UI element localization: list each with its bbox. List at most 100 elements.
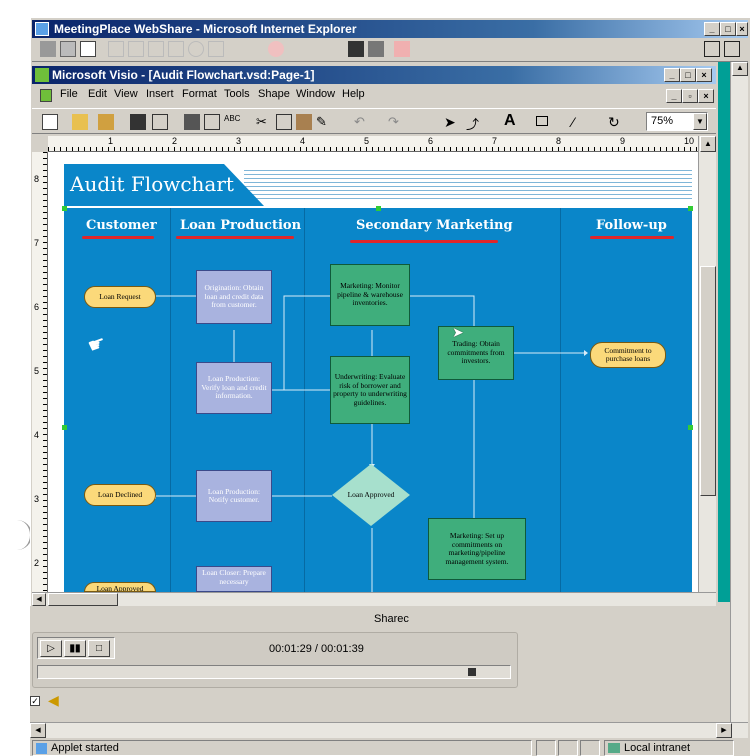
selection-handle[interactable] [688, 206, 693, 211]
ie-minimize-button[interactable]: _ [704, 22, 720, 36]
node-loan-approved-decision[interactable]: Loan Approved [332, 464, 410, 526]
lane-customer[interactable]: Customer [86, 218, 157, 233]
selection-handle[interactable] [62, 206, 67, 211]
chevron-down-icon[interactable]: ▼ [693, 113, 707, 130]
seek-thumb[interactable] [468, 668, 476, 676]
menu-view[interactable]: View [114, 88, 138, 100]
node-verify[interactable]: Loan Production: Verify loan and credit … [196, 362, 272, 414]
menu-help[interactable]: Help [342, 88, 365, 100]
menu-shape[interactable]: Shape [258, 88, 290, 100]
selection-handle[interactable] [688, 425, 693, 430]
node-loan-closer[interactable]: Loan Closer: Prepare necessary [196, 566, 272, 592]
ie-scroll-right-button[interactable]: ▶ [716, 723, 732, 738]
diagram-title[interactable]: Audit Flowchart [70, 172, 234, 196]
node-commitment[interactable]: Commitment to purchase loans [590, 342, 666, 368]
visio-close-button[interactable]: × [696, 68, 712, 82]
print-icon[interactable] [184, 114, 200, 130]
paste-icon[interactable] [296, 114, 312, 130]
menu-insert[interactable]: Insert [146, 88, 174, 100]
select-tool-icon[interactable] [40, 41, 56, 57]
speaker-icon[interactable]: ◀ [48, 692, 59, 709]
lane-loan-production[interactable]: Loan Production [180, 218, 301, 233]
visio-scroll-up-button[interactable]: ▲ [700, 136, 716, 152]
pause-button[interactable]: ▮▮ [64, 640, 86, 657]
node-underwriting[interactable]: Underwriting: Evaluate risk of borrower … [330, 356, 410, 424]
ie-scroll-left-button[interactable]: ◀ [30, 723, 46, 738]
doc-minimize-button[interactable]: _ [666, 89, 682, 103]
lane-secondary-marketing[interactable]: Secondary Marketing [356, 218, 513, 233]
menu-tools[interactable]: Tools [224, 88, 250, 100]
print-preview-icon[interactable] [152, 114, 168, 130]
visio-maximize-button[interactable]: □ [680, 68, 696, 82]
cut-icon[interactable]: ✂ [256, 114, 272, 130]
stop-button[interactable]: □ [88, 640, 110, 657]
line-tool-icon[interactable]: ⁄ [572, 114, 588, 130]
lane-follow-up[interactable]: Follow-up [596, 218, 667, 233]
zoom-select[interactable]: 75% ▼ [646, 112, 708, 131]
open-stencil-icon[interactable] [98, 114, 114, 130]
visio-vertical-scrollbar[interactable]: ▲ [698, 136, 716, 592]
copy-icon[interactable] [276, 114, 292, 130]
rectangle-tool-icon[interactable] [536, 116, 548, 126]
eraser-tool-icon[interactable] [208, 41, 224, 57]
visio-scroll-thumb[interactable] [700, 266, 716, 496]
visio-minimize-button[interactable]: _ [664, 68, 680, 82]
text-tool-icon[interactable] [148, 41, 164, 57]
pen-tool-icon[interactable] [108, 41, 124, 57]
ie-scroll-up-button[interactable]: ▲ [732, 62, 748, 76]
node-origination[interactable]: Origination: Obtain loan and credit data… [196, 270, 272, 324]
ellipse-tool-icon[interactable] [188, 41, 204, 57]
visio-title-bar[interactable]: Microsoft Visio - [Audit Flowchart.vsd:P… [32, 66, 716, 84]
save-icon[interactable] [130, 114, 146, 130]
ie-right-scrollbar[interactable]: ▲ [730, 62, 748, 722]
node-loan-request[interactable]: Loan Request [84, 286, 156, 308]
window-split-icon[interactable] [724, 41, 740, 57]
visio-hscroll-thumb[interactable] [48, 593, 118, 606]
help-tool-icon[interactable] [394, 41, 410, 57]
ie-maximize-button[interactable]: □ [720, 22, 736, 36]
node-marketing-monitor[interactable]: Marketing: Monitor pipeline & warehouse … [330, 264, 410, 326]
node-loan-declined[interactable]: Loan Declined [84, 484, 156, 506]
menu-window[interactable]: Window [296, 88, 335, 100]
line-tool-icon[interactable] [128, 41, 144, 57]
node-marketing-setup[interactable]: Marketing: Set up commitments on marketi… [428, 518, 526, 580]
ie-horizontal-scrollbar[interactable]: ◀ ▶ [30, 722, 748, 738]
page-tool-icon[interactable] [80, 41, 96, 57]
pointer-tool-icon[interactable]: ➤ [444, 114, 460, 130]
window-layout-icon[interactable] [704, 41, 720, 57]
format-painter-icon[interactable]: ✎ [316, 114, 332, 130]
horizontal-ruler: 1 2 3 4 5 6 7 8 9 10 [48, 136, 716, 152]
preview-icon[interactable] [204, 114, 220, 130]
text-tool-icon[interactable]: A [504, 112, 520, 129]
menu-edit[interactable]: Edit [88, 88, 107, 100]
menu-file[interactable]: File [60, 88, 78, 100]
visio-scroll-left-button[interactable]: ◀ [32, 593, 46, 606]
seek-bar[interactable] [37, 665, 511, 679]
doc-close-button[interactable]: × [698, 89, 714, 103]
ie-title-bar[interactable]: MeetingPlace WebShare - Microsoft Intern… [32, 20, 748, 38]
visio-horizontal-scrollbar[interactable]: ◀ [32, 592, 716, 606]
selection-handle[interactable] [376, 206, 381, 211]
color-tool-icon[interactable] [268, 41, 284, 57]
ie-close-button[interactable]: × [736, 22, 748, 36]
doc-restore-button[interactable]: ▫ [682, 89, 698, 103]
connector-tool-icon[interactable]: ⤴ [466, 114, 482, 132]
redo-icon[interactable]: ↷ [388, 114, 404, 130]
open-folder-icon[interactable] [72, 114, 88, 130]
menu-format[interactable]: Format [182, 88, 217, 100]
selection-handle[interactable] [62, 425, 67, 430]
play-button[interactable]: ▷ [40, 640, 62, 657]
rect-tool-icon[interactable] [168, 41, 184, 57]
copy-tool-icon[interactable] [60, 41, 76, 57]
node-trading[interactable]: Trading: Obtain commitments from investo… [438, 326, 514, 380]
spelling-icon[interactable]: ABC [224, 114, 240, 130]
new-document-icon[interactable] [42, 114, 58, 130]
node-loan-approved-terminator[interactable]: Loan Approved [84, 582, 156, 592]
status-cell-empty [580, 740, 600, 756]
camera-icon[interactable] [348, 41, 364, 57]
undo-icon[interactable]: ↶ [354, 114, 370, 130]
node-notify[interactable]: Loan Production: Notify customer. [196, 470, 272, 522]
show-checkbox[interactable]: ✓ [30, 696, 40, 706]
save-snapshot-icon[interactable] [368, 41, 384, 57]
rotate-tool-icon[interactable]: ↻ [608, 114, 624, 130]
